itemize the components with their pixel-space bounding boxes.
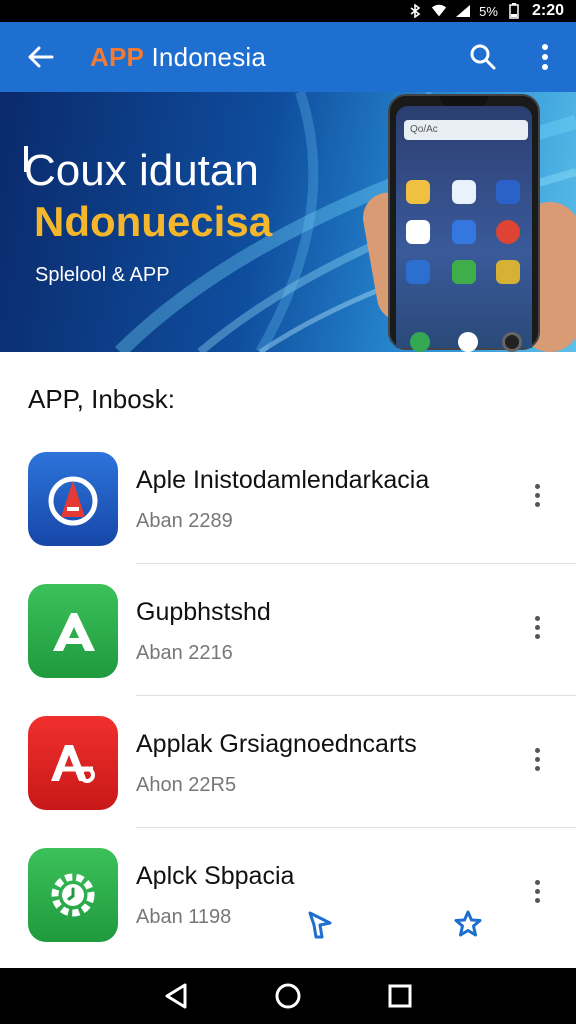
banner-tagline: Splelool & APP bbox=[35, 264, 170, 286]
overflow-menu-button[interactable] bbox=[514, 22, 576, 92]
system-nav-bar bbox=[0, 968, 576, 1024]
app-icon bbox=[28, 848, 118, 942]
nav-recents-button[interactable] bbox=[376, 972, 424, 1020]
a-triangle-icon bbox=[53, 613, 95, 651]
app-bar: APP Indonesia bbox=[0, 22, 576, 92]
status-bar: 5% 2:20 bbox=[0, 0, 576, 22]
app-icon bbox=[28, 452, 118, 546]
app-title-accent: APP bbox=[90, 41, 145, 72]
promo-banner[interactable]: Qo/Ac Coux idutan Ndonuecisa Splelool & … bbox=[0, 92, 576, 352]
circle-home-icon bbox=[275, 983, 301, 1009]
search-button[interactable] bbox=[452, 22, 514, 92]
more-vert-icon[interactable] bbox=[520, 874, 554, 908]
clock: 2:20 bbox=[531, 2, 564, 19]
pointer-icon[interactable] bbox=[302, 906, 338, 942]
signal-icon bbox=[455, 4, 471, 18]
app-meta: Ahon 22R5 bbox=[136, 774, 237, 796]
app-meta: Aban 2289 bbox=[136, 510, 233, 532]
app-meta: Aban 1198 bbox=[136, 906, 232, 928]
app-screen: 5% 2:20 APP Indonesia Qo/Ac Coux idutan … bbox=[0, 0, 576, 1024]
battery-percent: 5% bbox=[479, 3, 498, 19]
app-title: APP Indonesia bbox=[90, 42, 266, 73]
app-icon bbox=[28, 716, 118, 810]
more-vert-icon bbox=[542, 44, 548, 70]
nav-back-button[interactable] bbox=[152, 972, 200, 1020]
nav-home-button[interactable] bbox=[264, 972, 312, 1020]
arrow-left-icon bbox=[28, 46, 54, 68]
banner-tick-mark bbox=[24, 146, 28, 172]
search-icon bbox=[470, 44, 496, 70]
triangle-back-icon bbox=[165, 983, 187, 1009]
app-icon bbox=[28, 584, 118, 678]
app-name: Gupbhstshd bbox=[136, 598, 271, 626]
list-item[interactable]: Aple Inistodamlendarkacia Aban 2289 bbox=[0, 432, 576, 564]
list-item[interactable]: Aplck Sbpacia Aban 1198 bbox=[0, 828, 576, 960]
bluetooth-icon bbox=[407, 4, 423, 18]
ab-logo-icon bbox=[51, 745, 95, 783]
app-name: Aple Inistodamlendarkacia bbox=[136, 466, 430, 494]
a-logo-icon bbox=[48, 476, 98, 526]
more-vert-icon[interactable] bbox=[520, 742, 554, 776]
banner-headline: Coux idutan bbox=[24, 146, 259, 195]
star-icon[interactable] bbox=[450, 906, 486, 942]
back-button[interactable] bbox=[0, 22, 80, 92]
section-title: APP, Inbosk: bbox=[28, 384, 175, 414]
battery-icon bbox=[506, 3, 522, 19]
more-vert-icon[interactable] bbox=[520, 478, 554, 512]
list-item[interactable]: Gupbhstshd Aban 2216 bbox=[0, 564, 576, 696]
list-item[interactable]: Applak Grsiagnoedncarts Ahon 22R5 bbox=[0, 696, 576, 828]
phone-graphic: Qo/Ac bbox=[388, 94, 540, 352]
more-vert-icon[interactable] bbox=[520, 610, 554, 644]
wifi-icon bbox=[431, 4, 447, 18]
app-title-rest: Indonesia bbox=[144, 41, 267, 72]
app-name: Applak Grsiagnoedncarts bbox=[136, 730, 417, 758]
phone-search-bar: Qo/Ac bbox=[404, 120, 528, 140]
gear-clock-icon bbox=[51, 873, 95, 917]
square-recents-icon bbox=[388, 984, 412, 1008]
app-name: Aplck Sbpacia bbox=[136, 862, 295, 890]
app-meta: Aban 2216 bbox=[136, 642, 233, 664]
banner-subheadline: Ndonuecisa bbox=[34, 198, 273, 245]
